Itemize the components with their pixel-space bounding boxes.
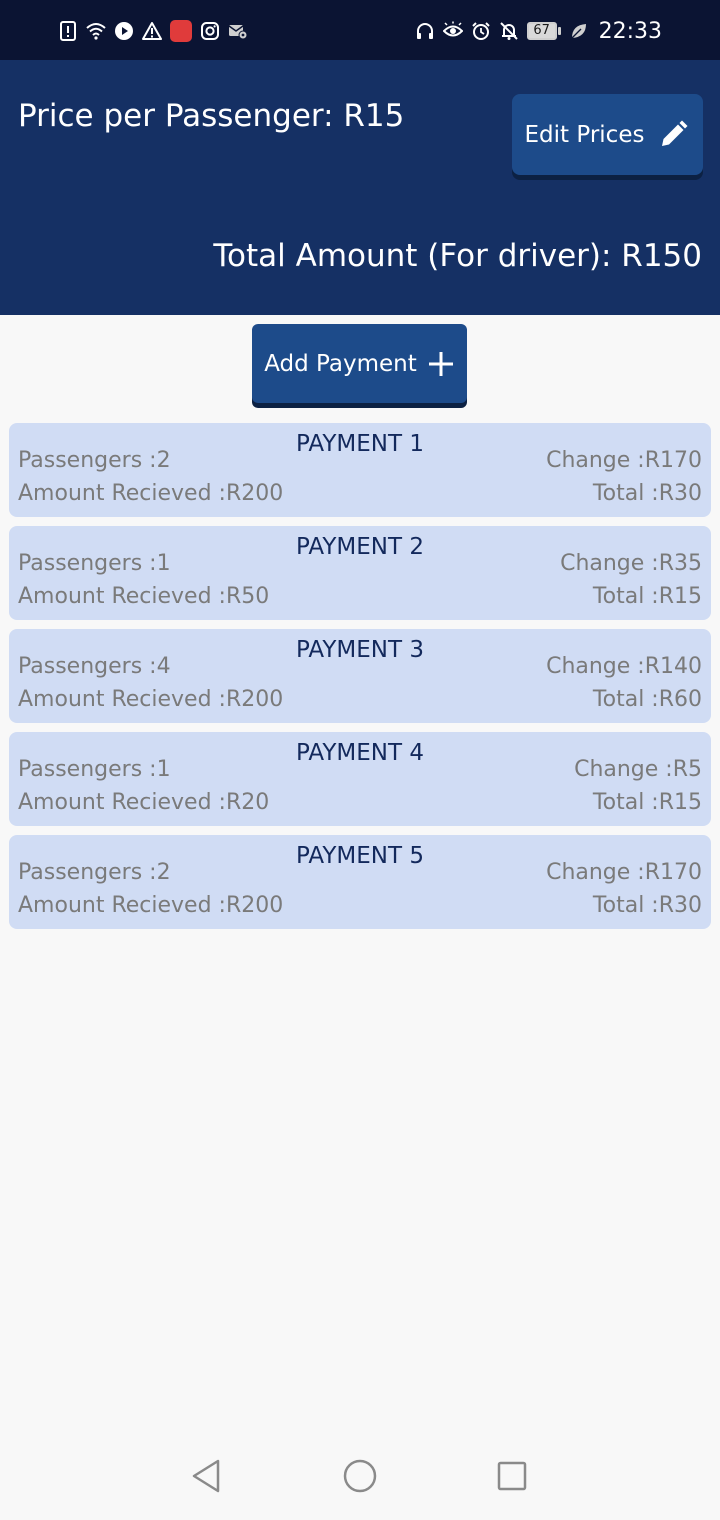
payment-change: Change :R140 [546, 654, 702, 679]
alert-file-icon [58, 21, 78, 41]
payment-amount-received: Amount Recieved :R200 [18, 893, 284, 918]
payment-amount-received: Amount Recieved :R20 [18, 790, 270, 815]
status-bar: 67 22:33 [0, 0, 720, 60]
payment-total: Total :R30 [592, 893, 702, 918]
navigation-bar [0, 1432, 720, 1520]
battery-icon: 67 [526, 22, 561, 40]
add-payment-button[interactable]: Add Payment [252, 324, 467, 403]
payment-passengers: Passengers :4 [18, 654, 171, 679]
home-icon[interactable] [340, 1456, 380, 1496]
wifi-icon [86, 21, 106, 41]
payment-card[interactable]: PAYMENT 2 Passengers :1 Amount Recieved … [9, 526, 711, 620]
payment-total: Total :R15 [592, 790, 702, 815]
payment-passengers: Passengers :2 [18, 448, 171, 473]
payment-amount-received: Amount Recieved :R200 [18, 687, 284, 712]
header: Price per Passenger: R15 Edit Prices Tot… [0, 60, 720, 315]
status-bar-notifications [58, 17, 248, 45]
huawei-store-icon [170, 20, 192, 42]
clock: 22:33 [598, 18, 662, 44]
payment-passengers: Passengers :1 [18, 551, 171, 576]
total-amount: Total Amount (For driver): R150 [213, 238, 702, 274]
price-per-passenger: Price per Passenger: R15 [18, 98, 405, 134]
payment-change: Change :R170 [546, 860, 702, 885]
payment-card[interactable]: PAYMENT 1 Passengers :2 Amount Recieved … [9, 423, 711, 517]
pencil-icon [656, 118, 690, 152]
payment-passengers: Passengers :1 [18, 757, 171, 782]
back-icon[interactable] [186, 1456, 226, 1496]
mail-settings-icon [228, 21, 248, 41]
payment-change: Change :R5 [574, 757, 702, 782]
payment-card[interactable]: PAYMENT 3 Passengers :4 Amount Recieved … [9, 629, 711, 723]
warning-icon [142, 21, 162, 41]
edit-prices-label: Edit Prices [524, 121, 645, 148]
mute-bell-icon [499, 21, 519, 41]
payment-total: Total :R30 [592, 481, 702, 506]
battery-level: 67 [526, 22, 557, 40]
edit-prices-button[interactable]: Edit Prices [512, 94, 703, 175]
add-payment-label: Add Payment [264, 350, 417, 377]
play-icon [114, 21, 134, 41]
payment-amount-received: Amount Recieved :R50 [18, 584, 270, 609]
plus-icon [427, 350, 455, 378]
alarm-icon [471, 21, 491, 41]
payment-total: Total :R15 [592, 584, 702, 609]
payment-card[interactable]: PAYMENT 5 Passengers :2 Amount Recieved … [9, 835, 711, 929]
eye-icon [442, 21, 463, 41]
payment-card[interactable]: PAYMENT 4 Passengers :1 Amount Recieved … [9, 732, 711, 826]
status-bar-system: 67 22:33 [415, 17, 662, 45]
leaf-icon [569, 21, 589, 41]
payment-change: Change :R35 [560, 551, 702, 576]
instagram-icon [200, 21, 220, 41]
payment-change: Change :R170 [546, 448, 702, 473]
headset-icon [415, 21, 435, 41]
recent-apps-icon[interactable] [492, 1456, 532, 1496]
payment-amount-received: Amount Recieved :R200 [18, 481, 284, 506]
payment-total: Total :R60 [592, 687, 702, 712]
payment-passengers: Passengers :2 [18, 860, 171, 885]
payment-list: PAYMENT 1 Passengers :2 Amount Recieved … [9, 423, 711, 938]
